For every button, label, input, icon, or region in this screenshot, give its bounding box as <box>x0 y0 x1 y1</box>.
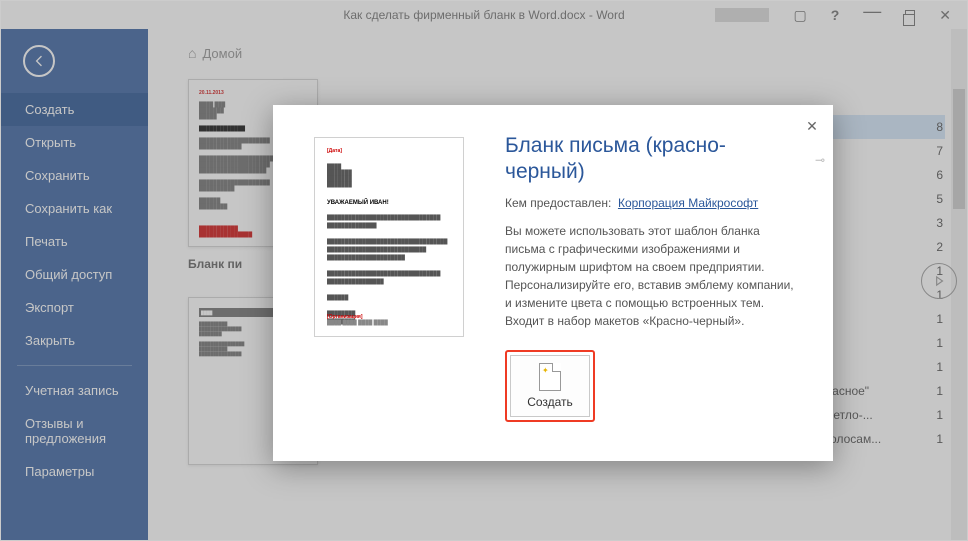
next-arrow-button[interactable] <box>921 263 957 299</box>
modal-close-button[interactable]: ✕ <box>801 115 823 137</box>
create-button[interactable]: ✦ Создать <box>510 355 590 417</box>
pin-icon[interactable]: ⊸ <box>815 153 825 167</box>
provider-link[interactable]: Корпорация Майкрософт <box>618 196 758 210</box>
template-provider: Кем предоставлен: Корпорация Майкрософт <box>505 196 799 210</box>
template-description: Вы можете использовать этот шаблон бланк… <box>505 222 799 330</box>
template-preview: [Дата] █████████████████████████ УВАЖАЕМ… <box>314 137 464 337</box>
template-preview-modal: ✕ ⊸ [Дата] █████████████████████████ УВА… <box>273 105 833 461</box>
create-button-highlight: ✦ Создать <box>505 350 595 422</box>
template-title: Бланк письма (красно-черный) <box>505 133 799 186</box>
new-document-icon: ✦ <box>539 363 561 391</box>
create-button-label: Создать <box>527 395 573 409</box>
